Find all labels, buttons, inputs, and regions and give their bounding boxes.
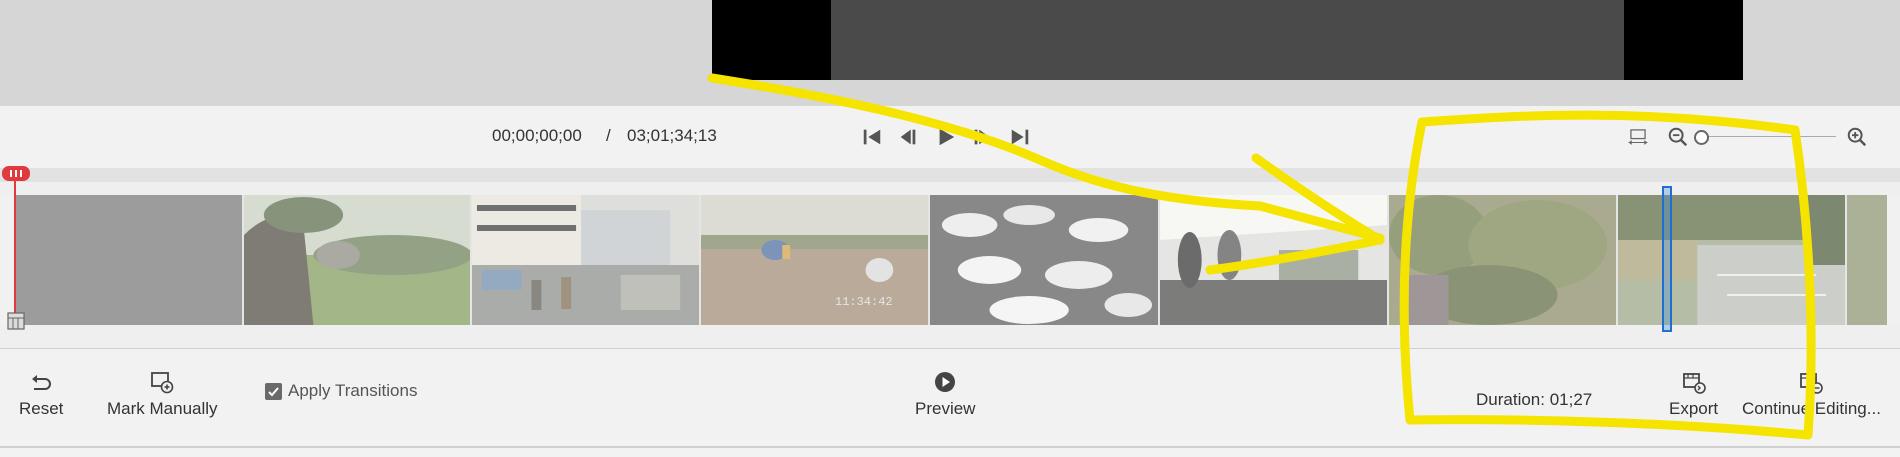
timeline-ruler[interactable] [0, 168, 1900, 182]
reset-button[interactable]: Reset [19, 369, 63, 419]
skip-to-start-icon [863, 129, 881, 145]
timeline-filmstrip[interactable]: 11:34:42 [0, 195, 1900, 325]
zoom-out-icon [1668, 127, 1688, 147]
export-button[interactable]: Export [1669, 369, 1718, 419]
mark-manually-button[interactable]: Mark Manually [107, 369, 218, 419]
undo-icon [32, 375, 52, 390]
export-label: Export [1669, 399, 1719, 418]
play-circle-icon [935, 372, 956, 392]
zoom-in-icon [1847, 127, 1867, 147]
thumbnail-bushes[interactable] [1389, 195, 1618, 325]
zoom-slider-thumb[interactable] [1694, 130, 1709, 145]
fit-to-window-icon [1628, 129, 1648, 145]
thumbnail-partial[interactable] [1847, 195, 1887, 325]
step-back-button[interactable] [896, 125, 920, 149]
skip-to-end-button[interactable] [1008, 125, 1032, 149]
zoom-in-button[interactable] [1845, 125, 1869, 149]
step-forward-button[interactable] [970, 125, 994, 149]
apply-transitions-label: Apply Transitions [288, 381, 418, 400]
video-preview [712, 0, 1743, 80]
continue-editing-label: Continue Editing... [1742, 399, 1881, 418]
continue-editing-icon [1800, 373, 1824, 394]
checkmark-icon [268, 386, 279, 396]
play-icon [939, 128, 955, 146]
grip-icon [10, 170, 22, 177]
fit-to-window-button[interactable] [1624, 125, 1652, 149]
mark-manually-label: Mark Manually [107, 399, 218, 418]
apply-transitions-checkbox[interactable]: Apply Transitions [265, 381, 417, 401]
preview-button[interactable]: Preview [915, 369, 975, 419]
marker-icon[interactable] [7, 312, 25, 330]
reset-label: Reset [19, 399, 64, 418]
skip-to-end-icon [1011, 129, 1029, 145]
checkbox-checked[interactable] [265, 382, 282, 400]
export-icon [1682, 373, 1706, 394]
current-timecode: 00;00;00;00 [492, 126, 582, 145]
thumbnail-timestamp: 11:34:42 [835, 295, 893, 309]
selection-handle[interactable] [1662, 186, 1672, 332]
duration-text: Duration: 01;27 [1476, 390, 1593, 409]
preview-label: Preview [915, 399, 976, 418]
thumbnail-street[interactable] [472, 195, 701, 325]
bottom-toolbar: Reset Mark Manually Apply Transitions Pr… [0, 349, 1900, 457]
step-back-icon [900, 129, 916, 145]
playhead-handle[interactable] [2, 166, 30, 181]
zoom-out-button[interactable] [1666, 125, 1690, 149]
continue-editing-button[interactable]: Continue Editing... [1742, 369, 1881, 419]
thumbnail-tree-field[interactable] [244, 195, 472, 325]
thumbnail-river[interactable] [1618, 195, 1847, 325]
video-frame-content [831, 0, 1624, 80]
thumbnail-swans[interactable] [930, 195, 1160, 325]
bottom-border [0, 446, 1900, 448]
timecode-separator: / [606, 126, 611, 145]
thumbnail-market-stall[interactable] [1160, 195, 1389, 325]
zoom-slider[interactable] [1694, 130, 1836, 145]
preview-area [0, 0, 1900, 106]
skip-to-start-button[interactable] [860, 125, 884, 149]
add-marker-icon [151, 372, 174, 394]
thumbnail-blank[interactable] [14, 195, 244, 325]
transport-bar: 00;00;00;00 / 03;01;34;13 [0, 106, 1900, 168]
thumbnail-field-workers[interactable]: 11:34:42 [701, 195, 930, 325]
play-button[interactable] [934, 125, 958, 149]
total-timecode: 03;01;34;13 [627, 126, 717, 145]
playhead-line [14, 180, 16, 325]
zoom-slider-track [1702, 136, 1836, 137]
step-forward-icon [974, 129, 990, 145]
